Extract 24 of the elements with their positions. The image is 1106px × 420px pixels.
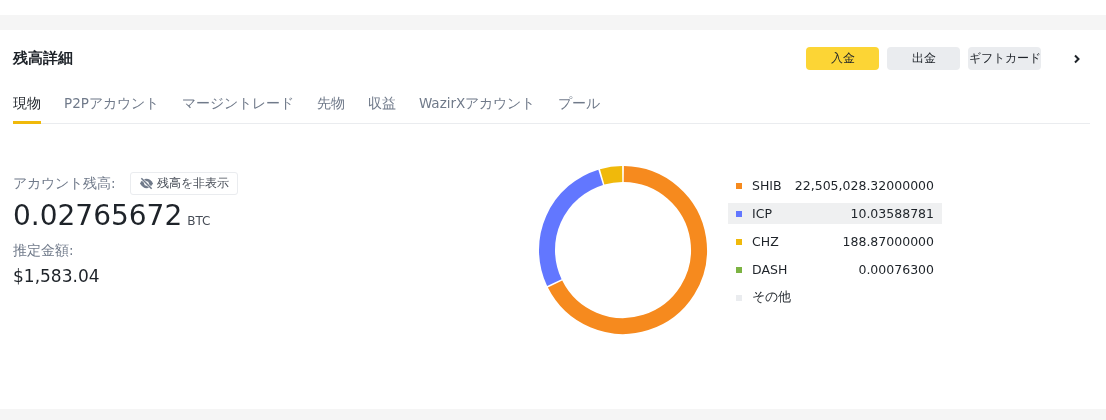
hide-balance-button[interactable]: 残高を非表示 — [129, 172, 238, 195]
estimated-value: $1,583.04 — [13, 266, 101, 286]
tab[interactable]: 先物 — [316, 91, 345, 124]
action-button[interactable]: 入金 — [806, 47, 879, 70]
balance-amount: 0.02765672 — [13, 199, 183, 232]
tab[interactable]: 現物 — [13, 91, 41, 124]
action-button[interactable]: 出金 — [887, 47, 960, 70]
balance-label: アカウント残高: — [13, 174, 116, 193]
section-title: 残高詳細 — [13, 49, 73, 68]
legend-item[interactable]: SHIB 22,505,028.32000000 — [728, 175, 942, 196]
estimate-label: 推定金額: — [13, 242, 75, 260]
tab[interactable]: WazirXアカウント — [418, 91, 536, 124]
tab[interactable]: 収益 — [367, 91, 396, 124]
legend-item[interactable]: その他 — [728, 287, 942, 308]
currency-unit: BTC — [187, 214, 211, 228]
tab[interactable]: マージントレード — [181, 91, 294, 124]
eye-slash-icon — [138, 176, 154, 191]
action-button[interactable]: ギフトカード — [968, 47, 1041, 70]
legend-item[interactable]: CHZ 188.87000000 — [728, 231, 942, 252]
chevron-right-icon[interactable] — [1072, 53, 1082, 64]
tab[interactable]: プール — [558, 91, 601, 124]
legend-item[interactable]: DASH 0.00076300 — [728, 259, 942, 280]
legend-item[interactable]: ICP 10.03588781 — [728, 203, 942, 224]
tab[interactable]: P2Pアカウント — [64, 91, 159, 124]
